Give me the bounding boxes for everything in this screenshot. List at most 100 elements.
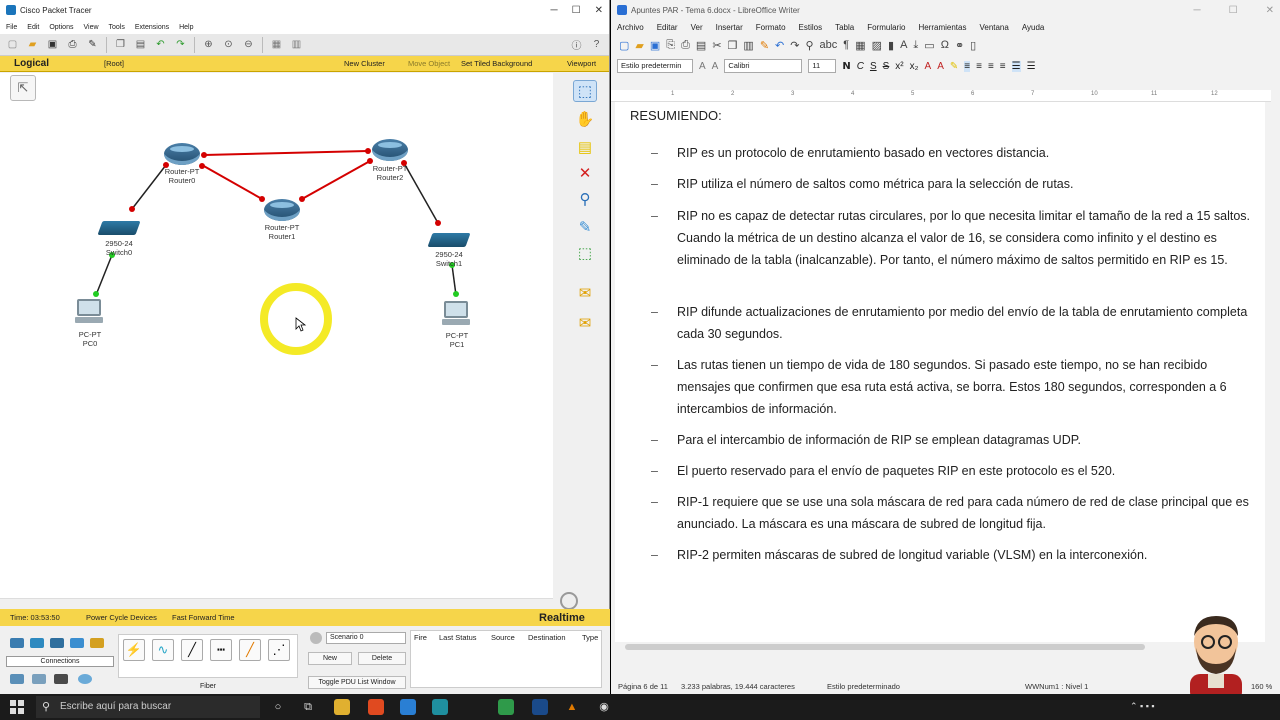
taskbar-search-box[interactable]: Escribe aquí para buscar [36, 696, 260, 718]
zoom-reset-icon[interactable]: ⊙ [220, 36, 237, 53]
windows-start-icon[interactable] [10, 700, 24, 714]
font-name-combo[interactable]: Calibri [724, 59, 803, 73]
underline-button[interactable]: S [870, 61, 877, 72]
set-tiled-background-button[interactable]: Set Tiled Background [461, 59, 532, 68]
menu-file[interactable]: File [6, 24, 17, 31]
page-indicator[interactable]: Página 6 de 11 [618, 682, 668, 691]
move-object-button[interactable]: Move Object [408, 59, 450, 68]
tray-icons[interactable]: ⌃ ▪ ▪ ▪ [1130, 701, 1155, 712]
insert-chart-icon[interactable]: ▮ [888, 39, 894, 52]
maximize-icon[interactable]: ☐ [1229, 5, 1238, 16]
paragraph-style-combo[interactable]: Estilo predetermin [617, 59, 693, 73]
task-view-icon[interactable]: ⧉ [300, 699, 316, 715]
packet-tracer-taskbar-icon[interactable] [498, 699, 514, 715]
italic-button[interactable]: C [857, 61, 864, 72]
insert-text-box-icon[interactable]: A [900, 39, 907, 51]
font-color-icon[interactable]: A [937, 61, 944, 72]
menu-insertar[interactable]: Insertar [716, 23, 743, 32]
align-left-icon[interactable]: ≡ [964, 60, 971, 72]
highlight-color-icon[interactable]: ✎ [950, 61, 958, 72]
menu-extensions[interactable]: Extensions [135, 24, 169, 31]
redo-icon[interactable]: ↷ [172, 36, 189, 53]
find-replace-icon[interactable]: ⚲ [805, 39, 813, 52]
inspect-magnifier-icon[interactable]: ⚲ [573, 188, 597, 210]
print-icon[interactable]: ⎙ [64, 36, 81, 53]
subscript-icon[interactable]: x₂ [910, 61, 919, 72]
add-simple-pdu-icon[interactable]: ✉ [573, 282, 597, 304]
wireless-category-icon[interactable] [70, 638, 84, 648]
insert-field-icon[interactable]: ▭ [924, 39, 934, 52]
open-icon[interactable]: ▰ [635, 39, 643, 52]
document-vertical-scrollbar[interactable] [1266, 102, 1278, 642]
horizontal-ruler[interactable]: 123 456 7 10 11 12 [611, 90, 1271, 102]
app-icon[interactable] [432, 699, 448, 715]
spelling-icon[interactable]: abc [820, 39, 838, 51]
info-icon[interactable]: ⓘ [568, 36, 585, 53]
menu-ver[interactable]: Ver [691, 23, 703, 32]
vlc-icon[interactable]: ▲ [564, 699, 580, 715]
menu-tools[interactable]: Tools [109, 24, 125, 31]
logical-workspace[interactable]: ⇱ Router-PT Router0 Router-PT Router1 Ro… [0, 73, 553, 600]
undo-icon[interactable]: ↶ [152, 36, 169, 53]
align-center-icon[interactable]: ≡ [976, 61, 982, 72]
app-icon[interactable]: ◉ [596, 699, 612, 715]
end-devices-category-icon[interactable] [10, 674, 24, 684]
insert-hyperlink-icon[interactable]: ⚭ [955, 39, 964, 52]
viewport-button[interactable]: Viewport [567, 59, 596, 68]
fiber-cable-icon[interactable]: ╱ [239, 639, 261, 661]
place-note-icon[interactable]: ▤ [573, 136, 597, 158]
justify-icon[interactable]: ≡ [1000, 61, 1006, 72]
zoom-level[interactable]: 160 % [1251, 682, 1272, 691]
toggle-pdu-list-button[interactable]: Toggle PDU List Window [308, 676, 406, 689]
palette-icon[interactable]: ▦ [268, 36, 285, 53]
menu-ayuda[interactable]: Ayuda [1022, 23, 1045, 32]
insert-table-icon[interactable]: ▦ [855, 39, 865, 52]
insert-image-icon[interactable]: ▨ [872, 39, 882, 52]
paste-icon[interactable]: ▤ [132, 36, 149, 53]
clear-formatting-icon[interactable]: A [925, 61, 932, 72]
security-category-icon[interactable] [54, 674, 68, 684]
router0-icon[interactable] [164, 143, 200, 165]
fast-forward-time-button[interactable]: Fast Forward Time [172, 613, 235, 622]
hubs-category-icon[interactable] [50, 638, 64, 648]
router2-icon[interactable] [372, 139, 408, 161]
automatic-cable-icon[interactable]: ⚡ [123, 639, 145, 661]
scenario-select[interactable]: Scenario 0 [326, 632, 406, 644]
move-layout-hand-icon[interactable]: ✋ [573, 108, 597, 130]
word-count[interactable]: 3.233 palabras, 19.444 caracteres [681, 682, 795, 691]
draw-shape-icon[interactable]: ✎ [573, 216, 597, 238]
components-category-icon[interactable] [32, 674, 46, 684]
new-file-icon[interactable]: ▢ [4, 36, 21, 53]
save-icon[interactable]: ▣ [44, 36, 61, 53]
switch0-icon[interactable] [97, 221, 141, 235]
update-style-icon[interactable]: A [699, 61, 706, 72]
open-folder-icon[interactable]: ▰ [24, 36, 41, 53]
close-icon[interactable]: ✕ [595, 5, 603, 16]
menu-formato[interactable]: Formato [756, 23, 786, 32]
copy-icon[interactable]: ❐ [728, 39, 738, 52]
cortana-icon[interactable]: ○ [270, 699, 286, 715]
menu-view[interactable]: View [83, 24, 98, 31]
zoom-in-icon[interactable]: ⊕ [200, 36, 217, 53]
bold-button[interactable]: N [842, 61, 850, 72]
resize-shape-icon[interactable]: ⬚ [573, 242, 597, 264]
logical-tab[interactable]: Logical [14, 58, 49, 69]
export-pdf-icon[interactable]: ⎘ [666, 39, 675, 52]
terminal-icon[interactable] [532, 699, 548, 715]
menu-tabla[interactable]: Tabla [835, 23, 854, 32]
document-page[interactable]: RESUMIENDO: – RIP es un protocolo de enru… [615, 102, 1265, 642]
insert-footnote-icon[interactable]: ▯ [970, 39, 976, 52]
ordered-list-icon[interactable]: ☰ [1027, 61, 1036, 72]
help-icon[interactable]: ? [588, 36, 605, 53]
delete-scenario-button[interactable]: Delete [358, 652, 406, 665]
formatting-marks-icon[interactable]: ¶ [843, 39, 849, 51]
new-cluster-button[interactable]: New Cluster [344, 59, 385, 68]
align-right-icon[interactable]: ≡ [988, 61, 994, 72]
print-preview-icon[interactable]: ▤ [696, 39, 706, 52]
realtime-mode-tab[interactable]: Realtime [539, 612, 585, 624]
router1-icon[interactable] [264, 199, 300, 221]
close-icon[interactable]: ✕ [1266, 5, 1274, 16]
activity-wizard-icon[interactable]: ✎ [84, 36, 101, 53]
switch1-icon[interactable] [427, 233, 471, 247]
workspace-horizontal-scrollbar[interactable] [0, 598, 553, 608]
